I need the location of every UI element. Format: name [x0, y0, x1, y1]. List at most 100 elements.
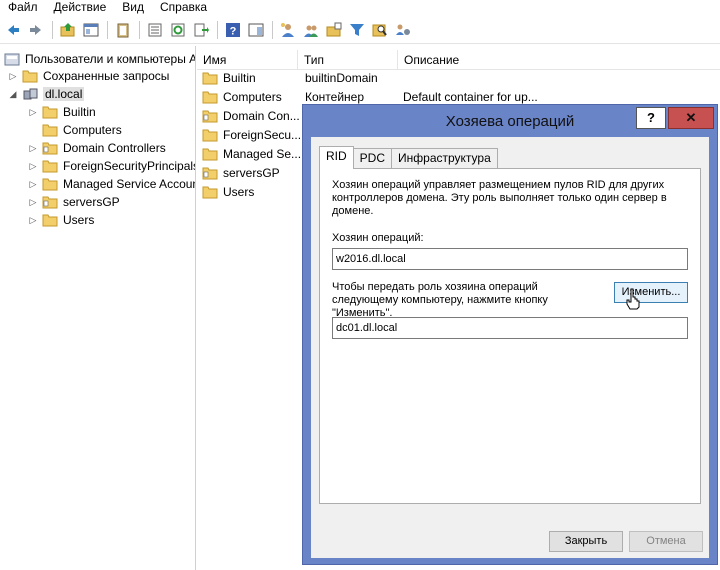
- help-button[interactable]: ?: [636, 107, 666, 129]
- tree-item-domain-controllers[interactable]: ▷ Domain Controllers: [28, 139, 166, 157]
- column-header-name[interactable]: Имя: [197, 50, 298, 70]
- expand-arrow-icon[interactable]: ▷: [28, 107, 38, 117]
- aduc-root-icon: [4, 53, 20, 66]
- toolbar-separator: [139, 21, 140, 39]
- list-item-type: Контейнер: [305, 89, 365, 104]
- tree-item-foreign-security-principals[interactable]: ▷ ForeignSecurityPrincipals: [28, 157, 195, 175]
- folder-icon: [42, 124, 58, 137]
- list-item-name: Computers: [223, 89, 282, 104]
- tree-item-saved-queries[interactable]: ▷ Сохраненные запросы: [8, 67, 170, 85]
- folder-icon: [202, 129, 218, 141]
- folder-icon: [202, 186, 218, 198]
- properties-icon[interactable]: [144, 19, 166, 41]
- list-item-type: builtinDomain: [305, 70, 378, 85]
- cancel-button[interactable]: Отмена: [629, 531, 703, 552]
- tab-strip: RID PDC Инфраструктура: [319, 146, 498, 169]
- back-arrow-icon[interactable]: [2, 19, 24, 41]
- folder-icon: [42, 178, 58, 191]
- list-item-name: serversGP: [223, 165, 280, 180]
- toolbar-separator: [107, 21, 108, 39]
- list-item[interactable]: Domain Con...: [197, 106, 303, 125]
- tree-item-domain[interactable]: ◢ dl.local: [8, 85, 85, 103]
- export-list-icon[interactable]: [190, 19, 212, 41]
- folder-icon: [42, 160, 58, 173]
- new-user-icon[interactable]: [277, 19, 299, 41]
- folder-up-icon[interactable]: [57, 19, 79, 41]
- show-hide-pane-icon[interactable]: [245, 19, 267, 41]
- mouse-cursor-icon: [626, 288, 640, 310]
- list-item[interactable]: Managed Se...: [197, 144, 303, 163]
- close-button[interactable]: Закрыть: [549, 531, 623, 552]
- folder-icon: [22, 70, 38, 83]
- tab-rid[interactable]: RID: [319, 146, 354, 169]
- master-label: Хозяин операций:: [332, 232, 424, 244]
- new-ou-icon[interactable]: [323, 19, 345, 41]
- expand-arrow-icon[interactable]: ▷: [28, 215, 38, 225]
- folder-icon: [202, 72, 218, 84]
- find-icon[interactable]: [369, 19, 391, 41]
- domain-icon: [23, 88, 38, 100]
- ou-folder-icon: [42, 142, 58, 155]
- tab-infrastructure[interactable]: Инфраструктура: [391, 148, 498, 168]
- close-icon[interactable]: ✕: [668, 107, 714, 129]
- tree-item-label: Domain Controllers: [63, 141, 166, 155]
- collapse-arrow-icon[interactable]: ◢: [8, 89, 18, 99]
- help-icon[interactable]: ?: [222, 19, 244, 41]
- forward-arrow-icon[interactable]: [25, 19, 47, 41]
- menu-view[interactable]: Вид: [114, 0, 152, 16]
- ou-folder-icon: [202, 110, 218, 122]
- console-tree-icon[interactable]: [80, 19, 102, 41]
- filter-icon[interactable]: [346, 19, 368, 41]
- tree-item-builtin[interactable]: ▷ Builtin: [28, 103, 96, 121]
- folder-icon: [42, 106, 58, 119]
- list-item[interactable]: ForeignSecu...: [197, 125, 303, 144]
- list-item-description: Default container for up...: [403, 89, 538, 104]
- tree-root[interactable]: Пользователи и компьютеры А: [4, 50, 196, 68]
- expand-arrow-icon[interactable]: ▷: [28, 161, 38, 171]
- tree-root-label: Пользователи и компьютеры А: [25, 52, 196, 66]
- tree-item-label: serversGP: [63, 195, 120, 209]
- tree-item-label: Computers: [63, 123, 122, 137]
- tree-item-managed-service-accounts[interactable]: ▷ Managed Service Accounts: [28, 175, 196, 193]
- clipboard-icon[interactable]: [112, 19, 134, 41]
- dialog-body: RID PDC Инфраструктура Хозяин операций у…: [311, 137, 709, 558]
- target-server-field[interactable]: dc01.dl.local: [332, 317, 688, 339]
- folder-icon: [202, 91, 218, 103]
- tree-item-computers[interactable]: Computers: [28, 121, 122, 139]
- column-header-description[interactable]: Описание: [398, 50, 720, 70]
- add-to-group-icon[interactable]: [392, 19, 414, 41]
- menu-bar: Файл Действие Вид Справка: [0, 0, 720, 16]
- tree-item-label: Users: [63, 213, 95, 227]
- toolbar-separator: [52, 21, 53, 39]
- expand-arrow-icon[interactable]: ▷: [28, 197, 38, 207]
- menu-action[interactable]: Действие: [46, 0, 115, 16]
- tree-item-serversgp[interactable]: ▷ serversGP: [28, 193, 120, 211]
- list-item-name: Builtin: [223, 70, 256, 85]
- rid-tab-panel: Хозяин операций управляет размещением пу…: [319, 168, 701, 504]
- expand-arrow-icon[interactable]: ▷: [28, 179, 38, 189]
- list-item-name: Users: [223, 184, 255, 199]
- console-tree: Пользователи и компьютеры А ▷ Сохраненны…: [0, 46, 196, 570]
- tree-item-users[interactable]: ▷ Users: [28, 211, 95, 229]
- list-item[interactable]: serversGP: [197, 163, 303, 182]
- list-item[interactable]: Users: [197, 182, 303, 201]
- folder-icon: [202, 148, 218, 160]
- transfer-instructions: Чтобы передать роль хозяина операций сле…: [332, 281, 548, 319]
- list-item[interactable]: Builtin builtinDomain: [197, 68, 543, 87]
- column-header-type[interactable]: Тип: [298, 50, 398, 70]
- dialog-title-bar[interactable]: Хозяева операций ? ✕: [303, 105, 717, 137]
- new-group-icon[interactable]: [300, 19, 322, 41]
- expand-arrow-icon[interactable]: ▷: [28, 143, 38, 153]
- expand-arrow-icon[interactable]: ▷: [8, 71, 18, 81]
- toolbar-separator: [272, 21, 273, 39]
- tree-item-label: Managed Service Accounts: [63, 177, 196, 191]
- menu-file[interactable]: Файл: [0, 0, 46, 16]
- operations-masters-dialog: Хозяева операций ? ✕ RID PDC Инфраструкт…: [302, 104, 718, 565]
- tab-pdc[interactable]: PDC: [352, 148, 393, 168]
- aduc-window: Файл Действие Вид Справка ? Пользователи…: [0, 0, 720, 570]
- current-master-field[interactable]: w2016.dl.local: [332, 248, 688, 270]
- refresh-icon[interactable]: [167, 19, 189, 41]
- list-header: Имя Тип Описание: [197, 50, 720, 70]
- menu-help[interactable]: Справка: [152, 0, 215, 16]
